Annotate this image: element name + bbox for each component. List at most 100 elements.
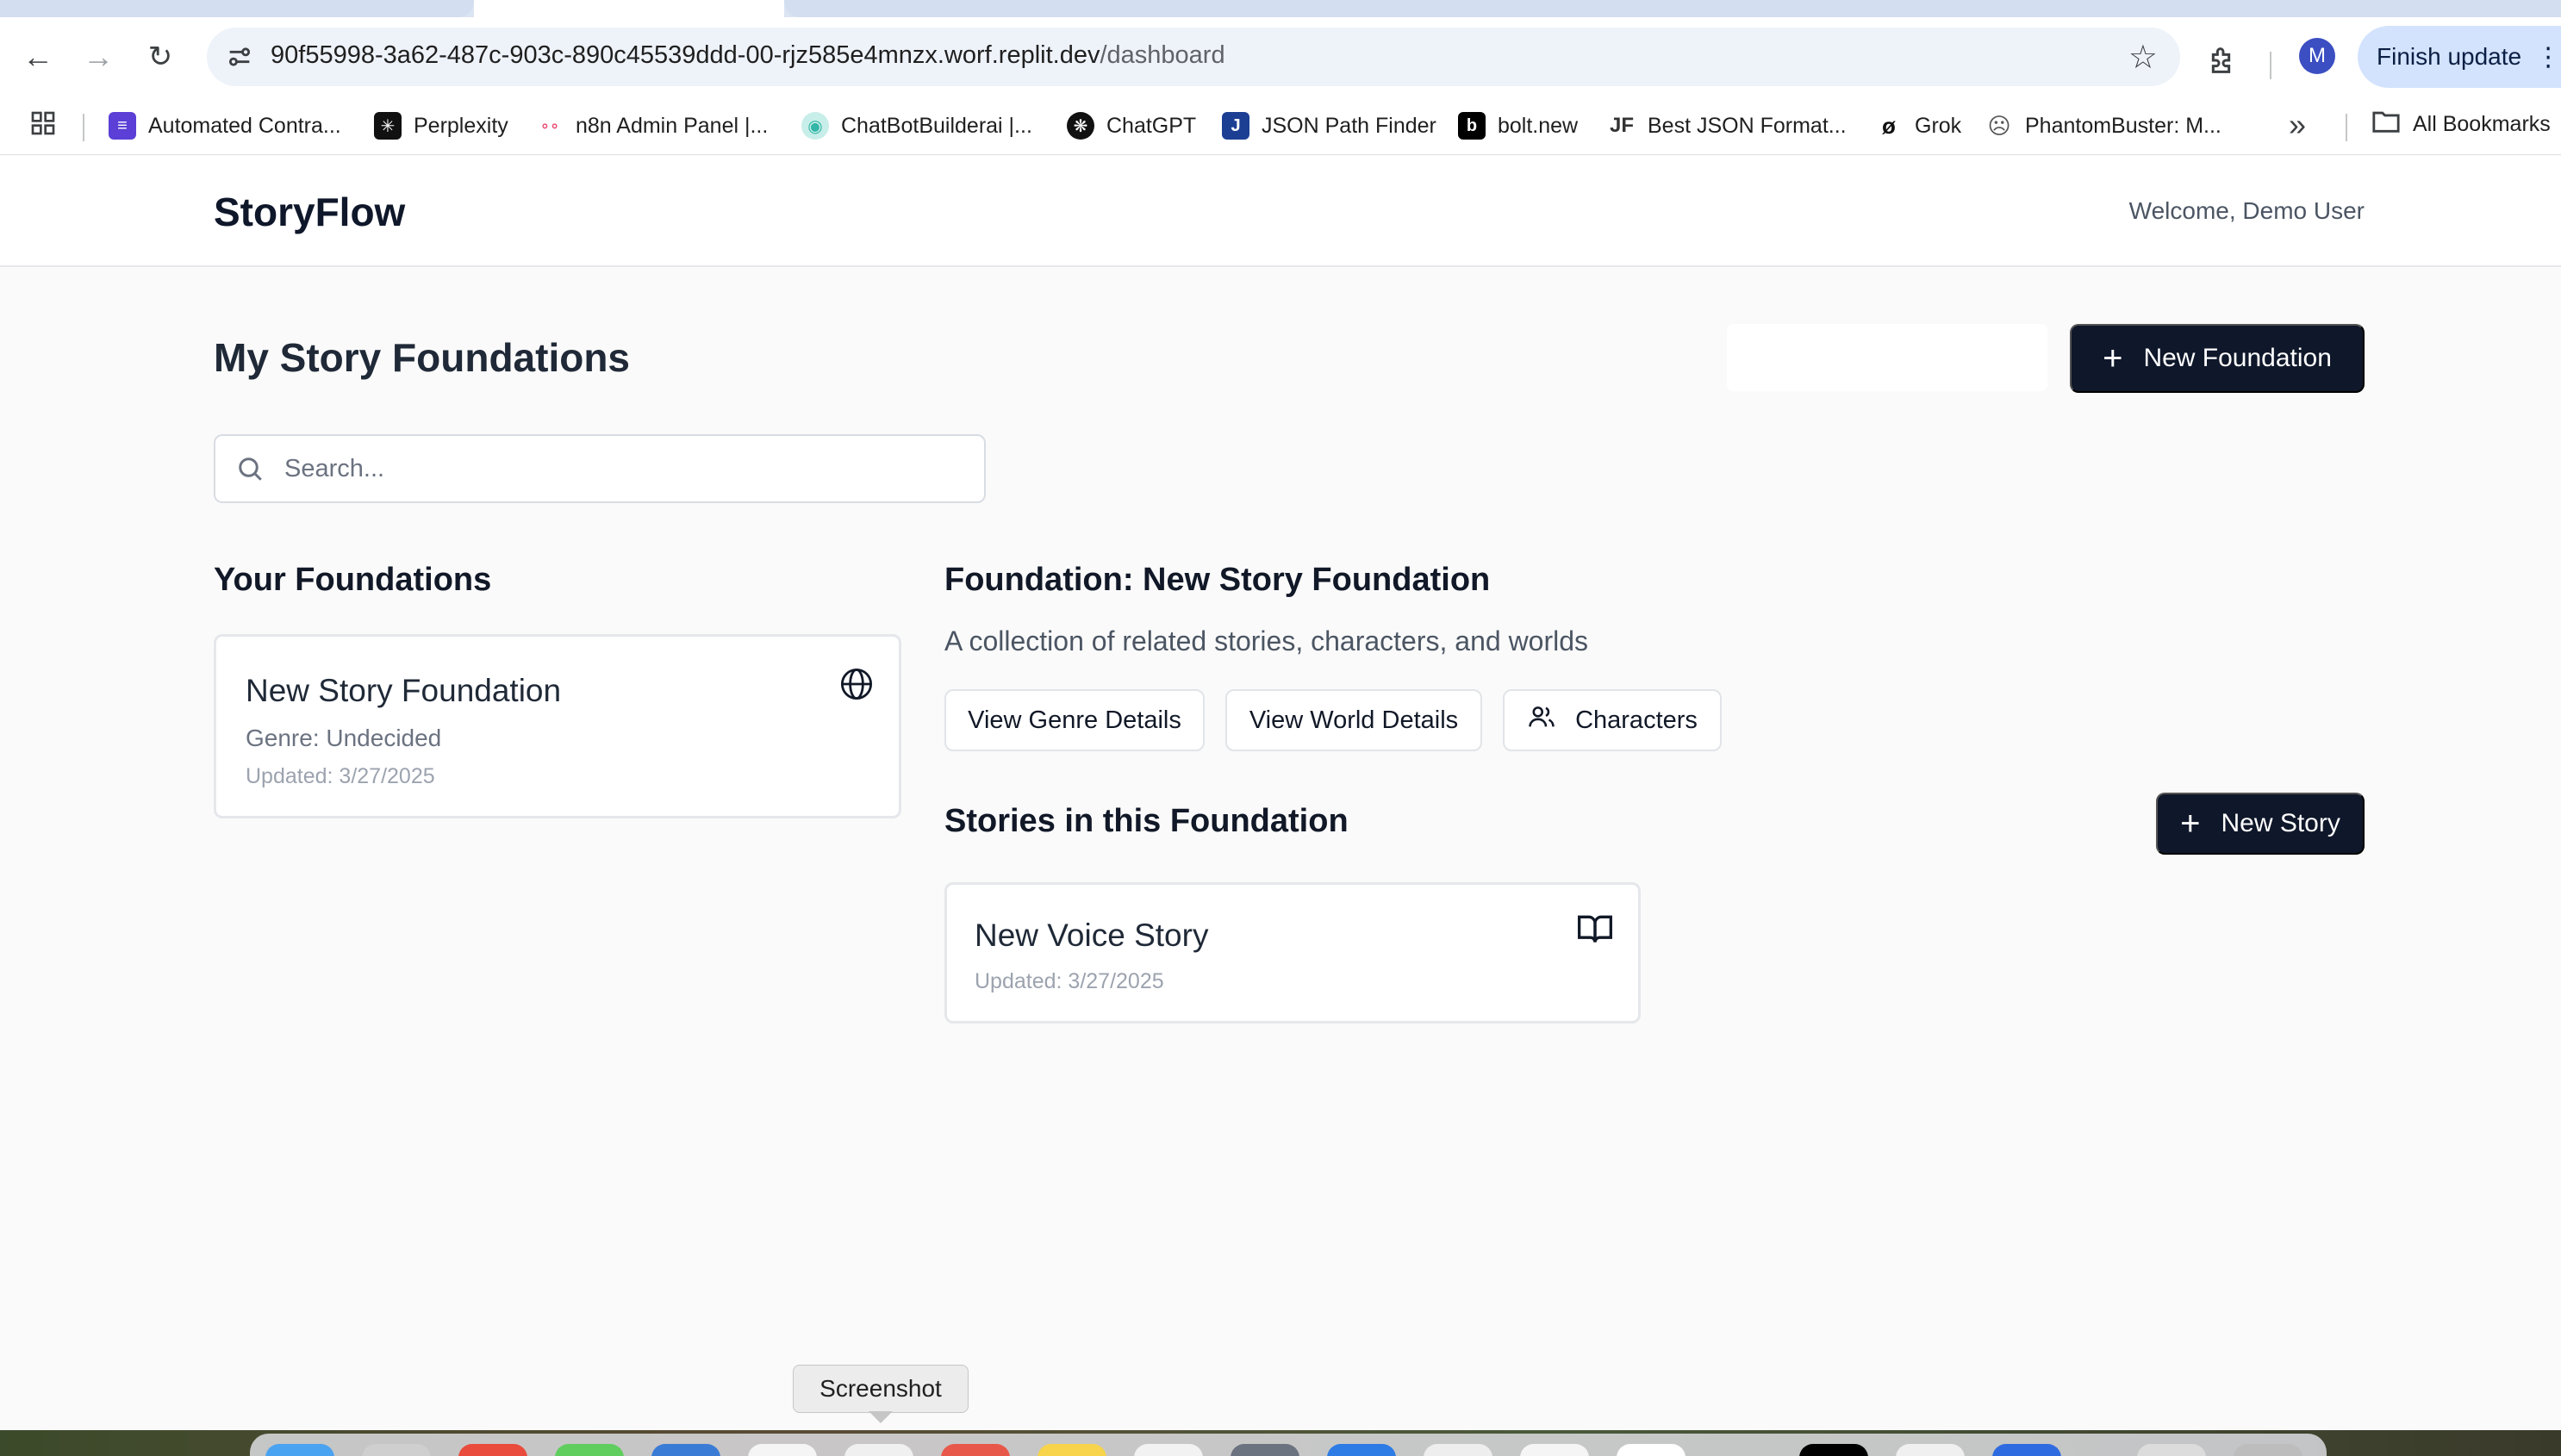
users-icon bbox=[1527, 702, 1556, 738]
bookmark-label: Best JSON Format... bbox=[1648, 113, 1847, 138]
tooltip-arrow bbox=[869, 1411, 893, 1423]
list-icon: ≡ bbox=[109, 112, 136, 140]
extensions-icon[interactable] bbox=[2206, 43, 2244, 81]
site-settings-icon[interactable] bbox=[222, 40, 257, 74]
back-icon[interactable]: ← bbox=[19, 38, 57, 76]
story-title: New Voice Story bbox=[975, 918, 1209, 953]
browser-tab-active[interactable] bbox=[474, 0, 784, 17]
chrome-icon[interactable] bbox=[458, 1444, 527, 1456]
bookmark-label: Perplexity bbox=[414, 113, 508, 138]
grok-icon: ø bbox=[1882, 112, 1896, 139]
foundations-heading: Your Foundations bbox=[214, 562, 492, 598]
foundation-card[interactable]: New Story Foundation Genre: Undecided Up… bbox=[214, 634, 901, 818]
foundation-title: New Story Foundation bbox=[246, 673, 562, 708]
bookmark-item[interactable]: b bolt.new bbox=[1458, 109, 1578, 143]
bookmark-star-icon[interactable]: ☆ bbox=[2128, 38, 2158, 77]
bookmark-item[interactable]: JF Best JSON Format... bbox=[1608, 109, 1847, 143]
photos-icon[interactable] bbox=[748, 1444, 817, 1456]
new-foundation-label: New Foundation bbox=[2143, 344, 2332, 372]
forward-icon[interactable]: → bbox=[79, 38, 117, 76]
phantombuster-icon: ☹ bbox=[1987, 112, 2011, 139]
bolt-icon: b bbox=[1458, 112, 1486, 140]
url-text[interactable]: 90f55998-3a62-487c-903c-890c45539ddd-00-… bbox=[271, 41, 1225, 70]
bookmarks-divider bbox=[83, 114, 84, 141]
finish-update-label: Finish update bbox=[2377, 43, 2522, 70]
bookmarks-bar: ≡ Automated Contra... ✳ Perplexity ∘∘ n8… bbox=[0, 96, 2561, 155]
bookmark-label: bolt.new bbox=[1498, 113, 1579, 138]
terminal-icon[interactable] bbox=[1799, 1444, 1868, 1456]
downloads-icon[interactable] bbox=[2137, 1444, 2206, 1456]
bookmark-item[interactable]: ◉ ChatBotBuilderai |... bbox=[801, 109, 1032, 143]
plus-icon: + bbox=[2180, 805, 2201, 843]
app-store-icon[interactable] bbox=[1327, 1444, 1396, 1456]
bookmarks-divider bbox=[2346, 114, 2347, 141]
bookmark-item[interactable]: J JSON Path Finder bbox=[1222, 109, 1436, 143]
json-path-finder-icon: J bbox=[1222, 112, 1249, 140]
globe-icon bbox=[838, 666, 875, 706]
notes-icon[interactable] bbox=[1037, 1444, 1106, 1456]
characters-button[interactable]: Characters bbox=[1503, 689, 1722, 751]
bookmark-label: n8n Admin Panel |... bbox=[576, 113, 769, 138]
selected-foundation-heading: Foundation: New Story Foundation bbox=[944, 562, 1491, 598]
slack-icon[interactable] bbox=[1617, 1444, 1686, 1456]
address-bar[interactable]: 90f55998-3a62-487c-903c-890c45539ddd-00-… bbox=[207, 28, 2180, 86]
profile-avatar[interactable]: M bbox=[2299, 38, 2335, 74]
welcome-text: Welcome, Demo User bbox=[2128, 197, 2365, 224]
foundation-description: A collection of related stories, charact… bbox=[944, 625, 1589, 656]
zoom-icon[interactable] bbox=[1992, 1444, 2061, 1456]
view-genre-label: View Genre Details bbox=[968, 706, 1181, 734]
app-header: StoryFlow Welcome, Demo User bbox=[0, 156, 2561, 267]
safari-icon[interactable] bbox=[1520, 1444, 1589, 1456]
bookmark-item[interactable]: ❋ ChatGPT bbox=[1067, 109, 1196, 143]
folder-icon bbox=[2371, 109, 2401, 140]
browser-toolbar: ← → ↻ 90f55998-3a62-487c-903c-890c45539d… bbox=[0, 17, 2561, 96]
reload-icon[interactable]: ↻ bbox=[141, 38, 179, 76]
calendar-icon[interactable] bbox=[941, 1444, 1010, 1456]
settings-icon[interactable] bbox=[1231, 1444, 1299, 1456]
browser-tab-inactive[interactable] bbox=[0, 0, 474, 17]
reminders-icon[interactable] bbox=[1134, 1444, 1203, 1456]
brand-logo[interactable]: StoryFlow bbox=[214, 189, 405, 235]
menu-kebab-icon[interactable]: ⋮ bbox=[2535, 42, 2561, 72]
finish-update-button[interactable]: Finish update ⋮ bbox=[2358, 26, 2561, 88]
apps-grid-icon[interactable] bbox=[29, 109, 57, 145]
toolbar-divider bbox=[2270, 52, 2271, 79]
view-world-label: View World Details bbox=[1249, 706, 1459, 734]
mail-icon[interactable] bbox=[651, 1444, 720, 1456]
bookmark-label: ChatBotBuilderai |... bbox=[841, 113, 1032, 138]
screenshot-app-icon[interactable] bbox=[844, 1444, 913, 1456]
page-title: My Story Foundations bbox=[214, 335, 630, 380]
new-story-button[interactable]: + New Story bbox=[2156, 793, 2365, 855]
view-world-details-button[interactable]: View World Details bbox=[1225, 689, 1482, 751]
book-open-icon bbox=[1576, 911, 1614, 953]
finder-icon[interactable] bbox=[265, 1444, 334, 1456]
preview-icon[interactable] bbox=[1424, 1444, 1492, 1456]
launchpad-icon[interactable] bbox=[362, 1444, 431, 1456]
all-bookmarks-label: All Bookmarks bbox=[2413, 112, 2551, 136]
more-bookmarks-icon[interactable]: » bbox=[2289, 107, 2306, 143]
textedit-icon[interactable] bbox=[1896, 1444, 1965, 1456]
characters-label: Characters bbox=[1575, 706, 1698, 734]
chatgpt-icon: ❋ bbox=[1067, 112, 1094, 140]
browser-tab-strip bbox=[0, 0, 2561, 17]
url-path: /dashboard bbox=[1100, 41, 1225, 69]
browser-tab-inactive[interactable] bbox=[784, 0, 2561, 17]
view-genre-details-button[interactable]: View Genre Details bbox=[944, 689, 1205, 751]
bookmark-item[interactable]: ø Grok bbox=[1875, 109, 1961, 143]
bookmark-label: Automated Contra... bbox=[148, 113, 341, 138]
foundation-genre: Genre: Undecided bbox=[246, 725, 442, 751]
trash-icon[interactable] bbox=[2234, 1444, 2302, 1456]
bookmark-item[interactable]: ≡ Automated Contra... bbox=[109, 109, 341, 143]
search-input[interactable] bbox=[284, 436, 965, 501]
messages-icon[interactable] bbox=[555, 1444, 624, 1456]
story-card[interactable]: New Voice Story Updated: 3/27/2025 bbox=[944, 882, 1641, 1024]
bookmark-item[interactable]: ✳ Perplexity bbox=[374, 109, 508, 143]
story-updated: Updated: 3/27/2025 bbox=[975, 969, 1164, 993]
bookmark-item[interactable]: ∘∘ n8n Admin Panel |... bbox=[536, 109, 769, 143]
new-foundation-button[interactable]: + New Foundation bbox=[2070, 324, 2365, 393]
search-box bbox=[214, 434, 986, 503]
all-bookmarks-button[interactable]: All Bookmarks bbox=[2371, 109, 2551, 140]
url-host: 90f55998-3a62-487c-903c-890c45539ddd-00-… bbox=[271, 41, 1100, 69]
stories-heading: Stories in this Foundation bbox=[944, 803, 1349, 839]
bookmark-item[interactable]: ☹ PhantomBuster: M... bbox=[1985, 109, 2221, 143]
